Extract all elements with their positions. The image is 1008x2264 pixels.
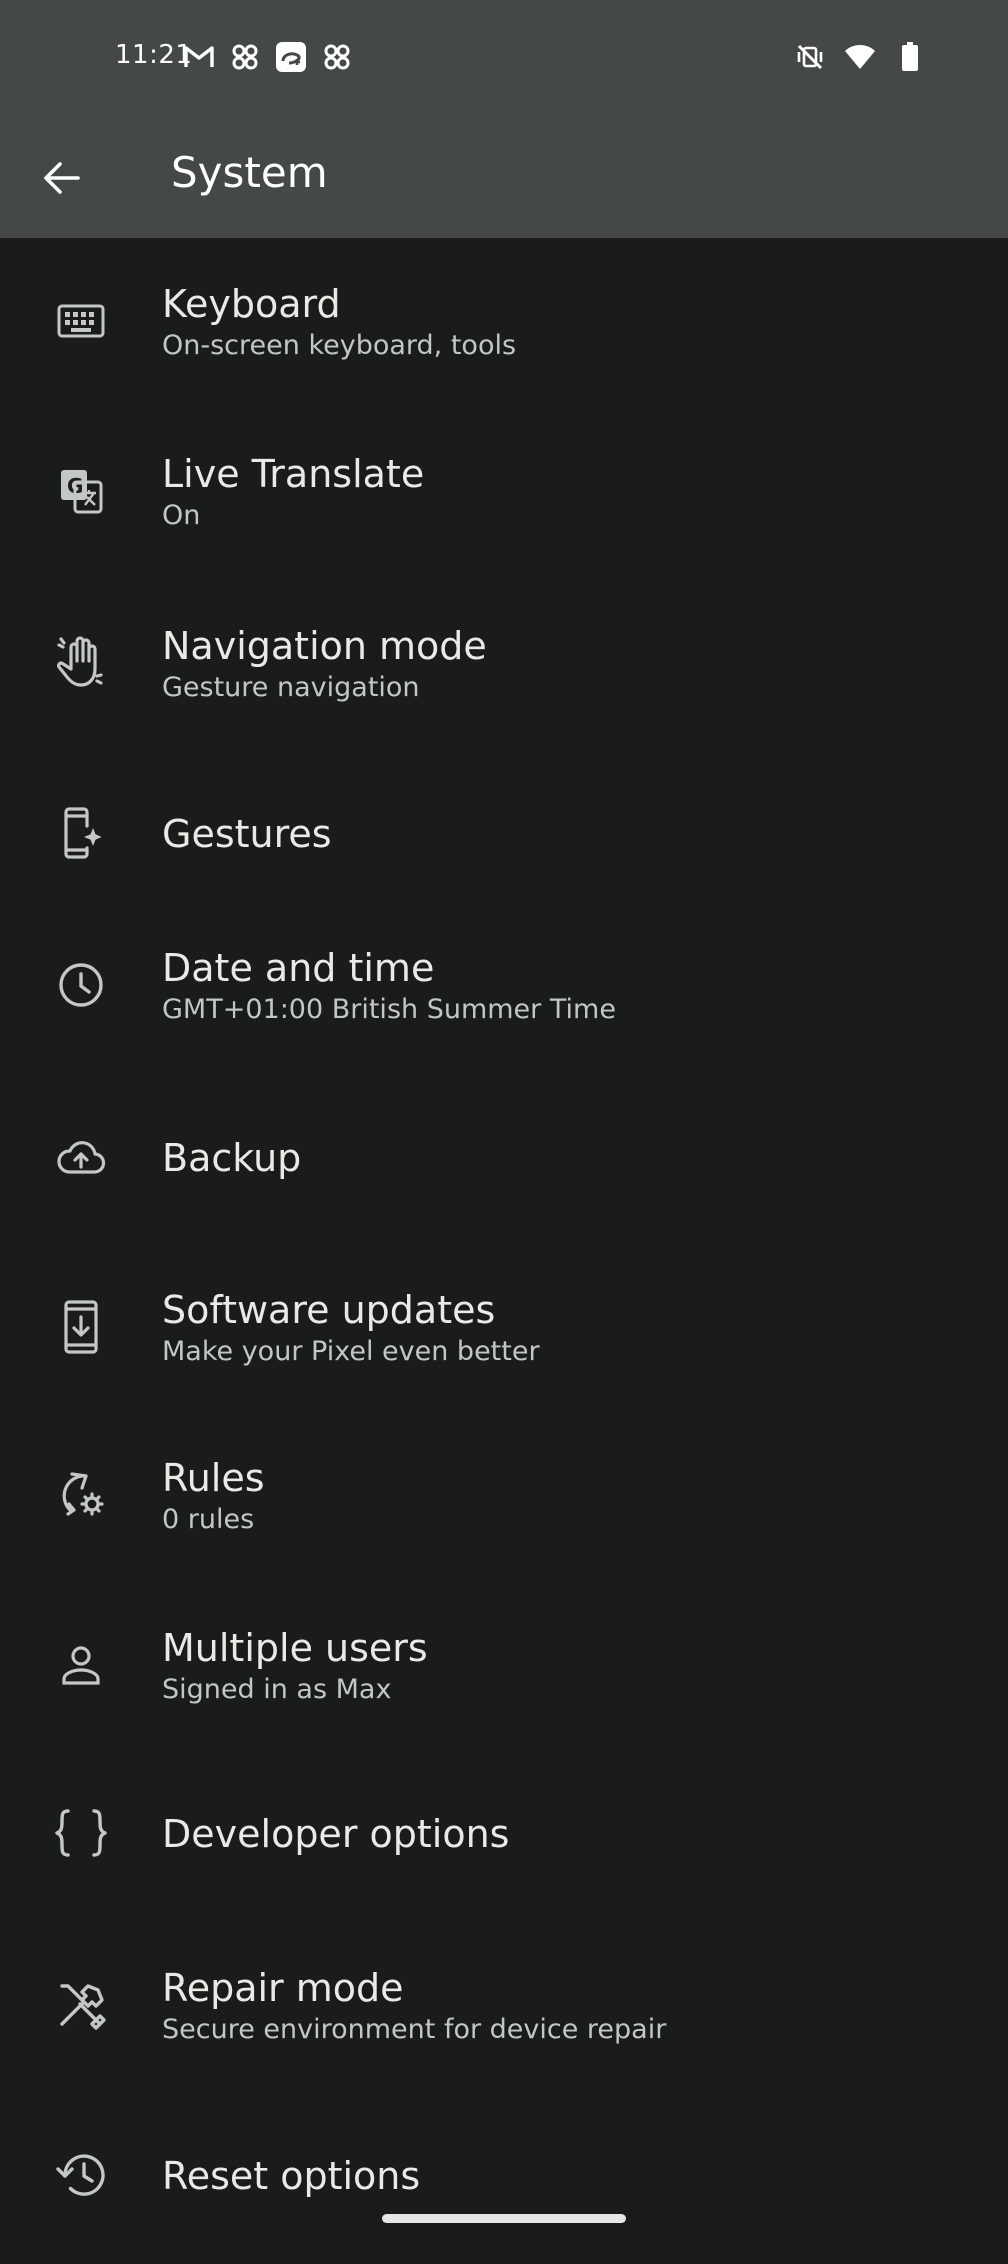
settings-item-summary: On-screen keyboard, tools — [162, 330, 517, 361]
settings-item-summary: GMT+01:00 British Summer Time — [162, 994, 616, 1025]
cloud-upload-icon — [50, 1126, 112, 1188]
app-bar: System — [0, 116, 1008, 238]
settings-item-label: Backup — [162, 1136, 302, 1180]
settings-item-label: Repair mode — [162, 1966, 404, 2010]
arrow-back-icon — [44, 162, 80, 194]
settings-item-label: Developer options — [162, 1812, 510, 1856]
pinwheel-icon — [321, 41, 353, 73]
settings-item-summary: Signed in as Max — [162, 1674, 392, 1705]
gesture-nav-handle[interactable] — [382, 2214, 626, 2223]
settings-item-software-updates[interactable]: Software updates Make your Pixel even be… — [0, 1288, 1008, 1416]
settings-item-date-and-time[interactable]: Date and time GMT+01:00 British Summer T… — [0, 946, 1008, 1074]
settings-item-reset-options[interactable]: Reset options — [0, 2144, 1008, 2264]
settings-item-label: Software updates — [162, 1288, 496, 1332]
settings-item-summary: Secure environment for device repair — [162, 2014, 667, 2045]
settings-item-label: Multiple users — [162, 1626, 428, 1670]
gesture-hand-icon — [50, 632, 112, 694]
settings-item-navigation-mode[interactable]: Navigation mode Gesture navigation — [0, 624, 1008, 752]
settings-item-rules[interactable]: Rules 0 rules — [0, 1456, 1008, 1584]
settings-item-summary: Gesture navigation — [162, 672, 420, 703]
settings-item-label: Reset options — [162, 2154, 421, 2198]
settings-item-live-translate[interactable]: G Live Translate On — [0, 452, 1008, 580]
keyboard-icon — [50, 290, 112, 352]
settings-item-label: Gestures — [162, 812, 332, 856]
rules-icon — [50, 1464, 112, 1526]
settings-item-summary: 0 rules — [162, 1504, 255, 1535]
tools-icon — [50, 1974, 112, 2036]
settings-item-label: Date and time — [162, 946, 435, 990]
back-button[interactable] — [30, 146, 94, 210]
settings-item-label: Rules — [162, 1456, 265, 1500]
page-title: System — [171, 148, 328, 197]
settings-item-backup[interactable]: Backup — [0, 1126, 1008, 1246]
settings-item-multiple-users[interactable]: Multiple users Signed in as Max — [0, 1626, 1008, 1754]
system-update-icon — [50, 1296, 112, 1358]
person-icon — [50, 1634, 112, 1696]
settings-item-developer-options[interactable]: Developer options — [0, 1802, 1008, 1922]
vibrate-off-icon — [794, 41, 826, 73]
settings-item-keyboard[interactable]: Keyboard On-screen keyboard, tools — [0, 282, 1008, 410]
settings-item-label: Live Translate — [162, 452, 425, 496]
disney-plus-icon — [275, 41, 307, 73]
settings-item-gestures[interactable]: Gestures — [0, 802, 1008, 922]
phone-sparkle-icon — [50, 802, 112, 864]
settings-item-label: Navigation mode — [162, 624, 487, 668]
settings-item-summary: Make your Pixel even better — [162, 1336, 540, 1367]
gmail-icon — [183, 41, 215, 73]
system-status-icons — [794, 40, 926, 74]
settings-item-repair-mode[interactable]: Repair mode Secure environment for devic… — [0, 1966, 1008, 2094]
settings-item-label: Keyboard — [162, 282, 341, 326]
pinwheel-icon — [229, 41, 261, 73]
history-icon — [50, 2144, 112, 2206]
translate-icon: G — [50, 460, 112, 522]
notification-icons — [183, 40, 353, 74]
status-bar: 11:21 — [0, 0, 1008, 116]
status-time: 11:21 — [115, 40, 193, 70]
battery-icon — [894, 41, 926, 73]
braces-icon — [50, 1802, 112, 1864]
settings-item-summary: On — [162, 500, 201, 531]
clock-icon — [50, 954, 112, 1016]
wifi-icon — [844, 41, 876, 73]
